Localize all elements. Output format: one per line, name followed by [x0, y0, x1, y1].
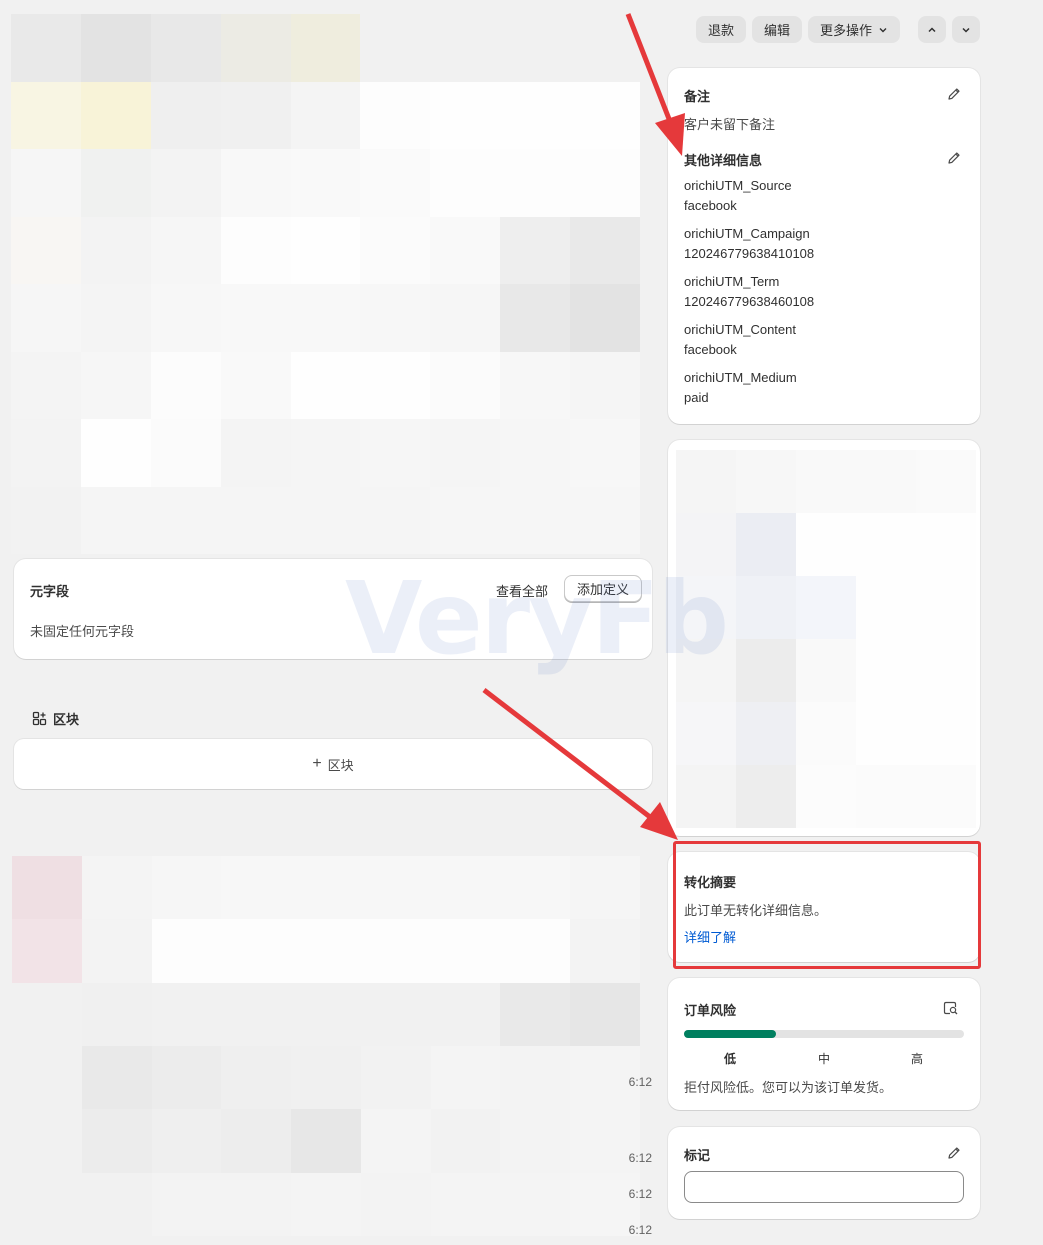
tags-title: 标记 — [684, 1148, 711, 1163]
detail-item: orichiUTM_Medium paid — [684, 368, 797, 408]
blurred-customer-content — [676, 450, 976, 828]
refund-button[interactable]: 退款 — [695, 16, 746, 43]
detail-item: orichiUTM_Source facebook — [684, 176, 792, 216]
conversion-text: 此订单无转化详细信息。 — [684, 903, 828, 918]
order-toolbar: 退款 编辑 更多操作 — [695, 16, 980, 43]
detail-value: paid — [684, 390, 709, 405]
add-block-label: 区块 — [327, 757, 354, 773]
notes-empty-text: 客户未留下备注 — [684, 117, 776, 132]
conversion-title: 转化摘要 — [684, 875, 737, 890]
pencil-icon[interactable] — [946, 86, 962, 102]
chevron-down-icon — [879, 27, 887, 32]
more-actions-button[interactable]: 更多操作 — [807, 16, 900, 43]
risk-label-low: 低 — [724, 1052, 737, 1066]
risk-level-bar — [684, 1030, 964, 1038]
detail-key: orichiUTM_Campaign — [684, 226, 810, 241]
order-risk-card: 订单风险 低 中 高 拒付风险低。您可以为该订单发货。 — [668, 978, 980, 1110]
add-block-button[interactable]: + 区块 — [14, 739, 652, 789]
edit-button[interactable]: 编辑 — [751, 16, 802, 43]
view-all-link[interactable]: 查看全部 — [496, 581, 548, 600]
detail-value: facebook — [684, 342, 737, 357]
plus-icon: + — [312, 755, 322, 772]
risk-analysis-icon[interactable] — [943, 1000, 959, 1016]
order-risk-title: 订单风险 — [684, 1003, 737, 1018]
more-actions-label: 更多操作 — [819, 23, 872, 38]
blurred-order-area — [11, 14, 640, 554]
risk-level-fill — [684, 1030, 777, 1038]
chevron-down-icon — [962, 27, 970, 33]
timeline-time: 6:12 — [628, 1151, 652, 1165]
chevron-up-icon — [928, 26, 936, 32]
tags-card: 标记 — [668, 1127, 980, 1219]
pencil-icon[interactable] — [946, 150, 962, 166]
detail-value: facebook — [684, 198, 737, 213]
detail-key: orichiUTM_Term — [684, 274, 780, 289]
detail-key: orichiUTM_Source — [684, 178, 792, 193]
detail-item: orichiUTM_Campaign 120246779638410108 — [684, 224, 814, 264]
timeline-time: 6:12 — [628, 1075, 652, 1089]
next-order-button[interactable] — [952, 16, 980, 43]
metafields-empty-text: 未固定任何元字段 — [30, 624, 135, 639]
detail-item: orichiUTM_Term 120246779638460108 — [684, 272, 814, 312]
detail-value: 120246779638410108 — [684, 246, 815, 261]
detail-item: orichiUTM_Content facebook — [684, 320, 796, 360]
blocks-icon — [32, 711, 47, 726]
notes-card: 备注 客户未留下备注 其他详细信息 orichiUTM_Source faceb… — [668, 68, 980, 424]
metafields-title: 元字段 — [30, 584, 70, 599]
detail-key: orichiUTM_Medium — [684, 370, 797, 385]
risk-label-high: 高 — [911, 1052, 924, 1066]
timeline-time: 6:12 — [628, 1223, 652, 1237]
tags-input[interactable] — [684, 1171, 964, 1203]
detail-value: 120246779638460108 — [684, 294, 815, 309]
risk-text: 拒付风险低。您可以为该订单发货。 — [684, 1080, 893, 1095]
conversion-summary-card: 转化摘要 此订单无转化详细信息。 详细了解 — [668, 852, 980, 962]
risk-label-medium: 中 — [818, 1052, 831, 1066]
previous-order-button[interactable] — [918, 16, 946, 43]
blurred-customer-card — [668, 440, 980, 836]
other-details-title: 其他详细信息 — [684, 153, 763, 168]
blurred-timeline-area — [12, 856, 640, 1236]
metafields-card: 元字段 查看全部 添加定义 未固定任何元字段 — [14, 559, 652, 659]
learn-more-link[interactable]: 详细了解 — [684, 927, 736, 946]
notes-title: 备注 — [684, 89, 711, 104]
timeline-time: 6:12 — [628, 1187, 652, 1201]
blocks-heading: 区块 — [32, 709, 79, 728]
add-definition-button[interactable]: 添加定义 — [564, 575, 643, 602]
pencil-icon[interactable] — [946, 1145, 962, 1161]
blocks-heading-label: 区块 — [53, 712, 80, 727]
detail-key: orichiUTM_Content — [684, 322, 796, 337]
